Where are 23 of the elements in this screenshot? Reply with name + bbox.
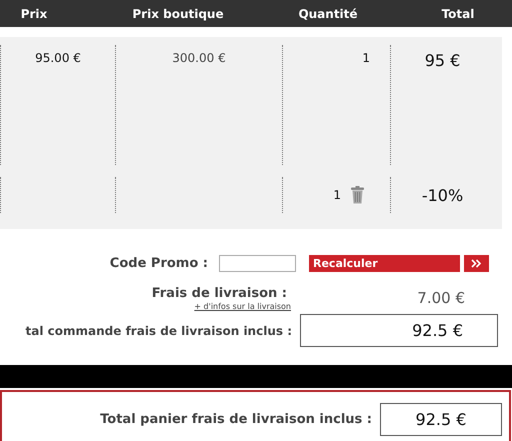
quantity-cell-text: 1 [362,50,370,65]
cart-total-value: 92.5 € [380,403,502,436]
promo-label: Code Promo : [108,256,208,271]
column-header: Quantité [298,6,358,20]
total-cell-text: 95 € [424,50,460,70]
submit-button[interactable] [464,255,489,272]
shipping-label: Frais de livraison : [152,286,287,301]
chevron-icon [471,259,482,268]
price-cell-text: 95.00 € [35,50,81,65]
column-header: Prix boutique [132,6,224,20]
order-total-value: 92.5 € [300,314,498,347]
column-header: Total [440,6,474,20]
recalculate-button[interactable]: Recalculer [309,255,460,272]
shipping-value: 7.00 € [416,288,465,307]
shipping-info-link[interactable]: + d'infos sur la livraison [194,302,291,311]
column-header: Prix [20,6,48,20]
promo-input-field[interactable] [219,255,296,272]
cart-total-label: Total panier frais de livraison inclus : [99,412,372,427]
order-total-label: tal commande frais de livraison inclus : [24,322,292,338]
quantity-cell: 1 [333,188,341,202]
shop-price-cell-text: 300.00 € [172,50,226,65]
total-cell: -10% [422,186,464,204]
trash-icon[interactable] [351,186,364,204]
